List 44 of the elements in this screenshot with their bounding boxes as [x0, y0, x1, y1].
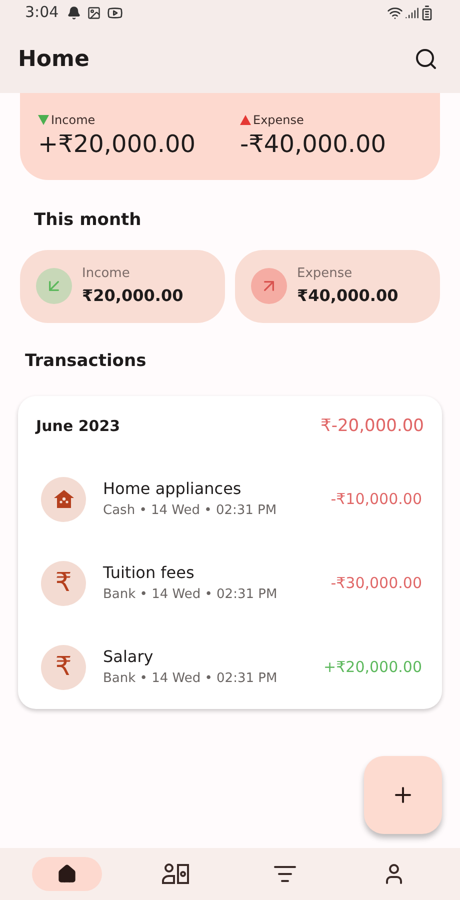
image-icon [86, 6, 101, 20]
house-icon [52, 489, 74, 510]
search-icon [414, 47, 438, 71]
page-title: Home [18, 46, 90, 74]
month-total: ₹-20,000.00 [320, 414, 424, 438]
summary-card[interactable]: Expense ₹40,000.00 [235, 250, 440, 322]
transaction-amount: -₹10,000.00 [330, 488, 422, 510]
arrow-up-right-icon [251, 268, 287, 304]
income-label: Income [51, 112, 96, 129]
wifi-icon [387, 4, 403, 20]
home-icon [56, 864, 76, 884]
arrow-down-left-icon [36, 268, 72, 304]
transaction-row[interactable]: ₹ Tuition fees Bank • 14 Wed • 02:31 PM -₹30,000.00 [36, 541, 424, 626]
rupee-icon: ₹ [55, 570, 72, 596]
transaction-amount: +₹20,000.00 [324, 656, 422, 678]
income-total: +₹20,000.00 [38, 129, 197, 159]
transaction-meta: Bank • 14 Wed • 02:31 PM [103, 586, 278, 604]
signal-icon [405, 6, 419, 20]
transaction-name: Home appliances [103, 478, 242, 500]
summary-card[interactable]: Income ₹20,000.00 [20, 250, 225, 322]
status-time: 3:04 [25, 2, 59, 24]
transaction-row[interactable]: Home appliances Cash • 14 Wed • 02:31 PM -₹10,000.00 [36, 457, 424, 542]
nav-tab[interactable] [32, 857, 102, 891]
summary-label: Income [82, 265, 131, 284]
down-triangle-icon [38, 115, 49, 125]
video-icon [106, 4, 123, 20]
month-label: June 2023 [36, 416, 120, 438]
transaction-amount: -₹30,000.00 [330, 572, 422, 594]
transaction-meta: Cash • 14 Wed • 02:31 PM [103, 502, 278, 520]
rupee-icon: ₹ [55, 654, 72, 680]
transaction-row[interactable]: ₹ Salary Bank • 14 Wed • 02:31 PM +₹20,000.00 [36, 625, 424, 709]
section-heading: Transactions [25, 350, 148, 372]
summary-amount: ₹40,000.00 [297, 284, 398, 307]
summary-amount: ₹20,000.00 [82, 284, 184, 307]
transaction-meta: Bank • 14 Wed • 02:31 PM [103, 670, 278, 688]
person-cash-icon [162, 863, 190, 885]
expense-label: Expense [253, 112, 304, 129]
transaction-name: Tuition fees [103, 562, 196, 584]
expense-total: -₹40,000.00 [240, 129, 388, 159]
bell-icon [66, 6, 81, 20]
section-heading: This month [34, 209, 142, 232]
transaction-name: Salary [103, 646, 154, 668]
up-triangle-icon [240, 115, 251, 125]
summary-label: Expense [297, 265, 354, 284]
